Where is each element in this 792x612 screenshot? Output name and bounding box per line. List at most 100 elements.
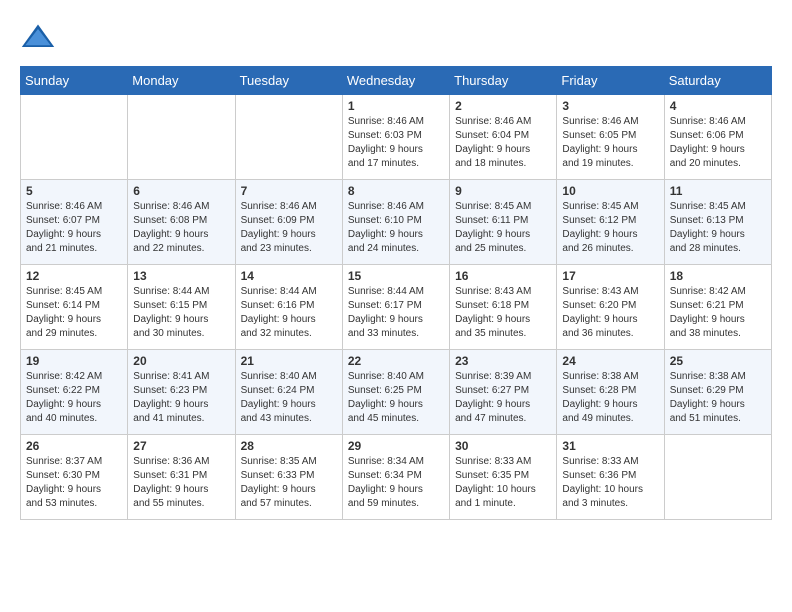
day-number: 27: [133, 439, 229, 453]
calendar-cell: 30 Sunrise: 8:33 AM Sunset: 6:35 PM Dayli…: [450, 435, 557, 520]
day-info: Sunrise: 8:44 AM Sunset: 6:17 PM Dayligh…: [348, 285, 444, 341]
day-info: Sunrise: 8:33 AM Sunset: 6:35 PM Dayligh…: [455, 455, 551, 511]
day-number: 20: [133, 354, 229, 368]
day-info: Sunrise: 8:46 AM Sunset: 6:03 PM Dayligh…: [348, 115, 444, 171]
day-number: 19: [26, 354, 122, 368]
day-info: Sunrise: 8:45 AM Sunset: 6:13 PM Dayligh…: [670, 200, 766, 256]
day-number: 29: [348, 439, 444, 453]
day-number: 12: [26, 269, 122, 283]
calendar-cell: 19 Sunrise: 8:42 AM Sunset: 6:22 PM Dayli…: [21, 350, 128, 435]
day-info: Sunrise: 8:46 AM Sunset: 6:04 PM Dayligh…: [455, 115, 551, 171]
day-number: 2: [455, 99, 551, 113]
day-info: Sunrise: 8:34 AM Sunset: 6:34 PM Dayligh…: [348, 455, 444, 511]
calendar-cell: 18 Sunrise: 8:42 AM Sunset: 6:21 PM Dayli…: [664, 265, 771, 350]
calendar-cell: 5Sunrise: 8:46 AM Sunset: 6:07 PM Daylig…: [21, 180, 128, 265]
day-info: Sunrise: 8:42 AM Sunset: 6:22 PM Dayligh…: [26, 370, 122, 426]
day-number: 21: [241, 354, 337, 368]
day-info: Sunrise: 8:43 AM Sunset: 6:20 PM Dayligh…: [562, 285, 658, 341]
col-header-monday: Monday: [128, 67, 235, 95]
day-info: Sunrise: 8:46 AM Sunset: 6:08 PM Dayligh…: [133, 200, 229, 256]
day-info: Sunrise: 8:37 AM Sunset: 6:30 PM Dayligh…: [26, 455, 122, 511]
calendar-cell: 23Sunrise: 8:39 AM Sunset: 6:27 PM Dayli…: [450, 350, 557, 435]
calendar-cell: 15 Sunrise: 8:44 AM Sunset: 6:17 PM Dayli…: [342, 265, 449, 350]
calendar-cell: 16 Sunrise: 8:43 AM Sunset: 6:18 PM Dayli…: [450, 265, 557, 350]
day-info: Sunrise: 8:43 AM Sunset: 6:18 PM Dayligh…: [455, 285, 551, 341]
logo-icon: [20, 20, 56, 56]
day-info: Sunrise: 8:36 AM Sunset: 6:31 PM Dayligh…: [133, 455, 229, 511]
day-number: 22: [348, 354, 444, 368]
calendar-cell: 1 Sunrise: 8:46 AM Sunset: 6:03 PM Daylig…: [342, 95, 449, 180]
day-info: Sunrise: 8:40 AM Sunset: 6:24 PM Dayligh…: [241, 370, 337, 426]
calendar-cell: 25 Sunrise: 8:38 AM Sunset: 6:29 PM Dayli…: [664, 350, 771, 435]
calendar-cell: 27 Sunrise: 8:36 AM Sunset: 6:31 PM Dayli…: [128, 435, 235, 520]
day-number: 26: [26, 439, 122, 453]
day-info: Sunrise: 8:38 AM Sunset: 6:28 PM Dayligh…: [562, 370, 658, 426]
calendar-cell: [128, 95, 235, 180]
day-number: 16: [455, 269, 551, 283]
day-number: 24: [562, 354, 658, 368]
day-info: Sunrise: 8:38 AM Sunset: 6:29 PM Dayligh…: [670, 370, 766, 426]
day-number: 6: [133, 184, 229, 198]
day-number: 1: [348, 99, 444, 113]
calendar-table: SundayMondayTuesdayWednesdayThursdayFrid…: [20, 66, 772, 520]
calendar-cell: 7Sunrise: 8:46 AM Sunset: 6:09 PM Daylig…: [235, 180, 342, 265]
calendar-cell: 14Sunrise: 8:44 AM Sunset: 6:16 PM Dayli…: [235, 265, 342, 350]
day-info: Sunrise: 8:45 AM Sunset: 6:11 PM Dayligh…: [455, 200, 551, 256]
day-info: Sunrise: 8:41 AM Sunset: 6:23 PM Dayligh…: [133, 370, 229, 426]
day-info: Sunrise: 8:46 AM Sunset: 6:07 PM Dayligh…: [26, 200, 122, 256]
col-header-wednesday: Wednesday: [342, 67, 449, 95]
day-info: Sunrise: 8:46 AM Sunset: 6:09 PM Dayligh…: [241, 200, 337, 256]
calendar-cell: 6 Sunrise: 8:46 AM Sunset: 6:08 PM Daylig…: [128, 180, 235, 265]
col-header-friday: Friday: [557, 67, 664, 95]
calendar-cell: 4 Sunrise: 8:46 AM Sunset: 6:06 PM Daylig…: [664, 95, 771, 180]
day-number: 4: [670, 99, 766, 113]
calendar-cell: 10Sunrise: 8:45 AM Sunset: 6:12 PM Dayli…: [557, 180, 664, 265]
day-info: Sunrise: 8:45 AM Sunset: 6:12 PM Dayligh…: [562, 200, 658, 256]
day-number: 9: [455, 184, 551, 198]
calendar-cell: 12 Sunrise: 8:45 AM Sunset: 6:14 PM Dayli…: [21, 265, 128, 350]
calendar-cell: 24 Sunrise: 8:38 AM Sunset: 6:28 PM Dayli…: [557, 350, 664, 435]
col-header-saturday: Saturday: [664, 67, 771, 95]
calendar-cell: 29 Sunrise: 8:34 AM Sunset: 6:34 PM Dayli…: [342, 435, 449, 520]
day-number: 17: [562, 269, 658, 283]
calendar-cell: 22 Sunrise: 8:40 AM Sunset: 6:25 PM Dayli…: [342, 350, 449, 435]
day-number: 15: [348, 269, 444, 283]
week-row-3: 12 Sunrise: 8:45 AM Sunset: 6:14 PM Dayli…: [21, 265, 772, 350]
day-info: Sunrise: 8:45 AM Sunset: 6:14 PM Dayligh…: [26, 285, 122, 341]
calendar-cell: 28Sunrise: 8:35 AM Sunset: 6:33 PM Dayli…: [235, 435, 342, 520]
day-number: 31: [562, 439, 658, 453]
calendar-header-row: SundayMondayTuesdayWednesdayThursdayFrid…: [21, 67, 772, 95]
week-row-2: 5Sunrise: 8:46 AM Sunset: 6:07 PM Daylig…: [21, 180, 772, 265]
calendar-cell: 20 Sunrise: 8:41 AM Sunset: 6:23 PM Dayli…: [128, 350, 235, 435]
calendar-cell: 2 Sunrise: 8:46 AM Sunset: 6:04 PM Daylig…: [450, 95, 557, 180]
day-number: 25: [670, 354, 766, 368]
week-row-4: 19 Sunrise: 8:42 AM Sunset: 6:22 PM Dayli…: [21, 350, 772, 435]
calendar-cell: 31 Sunrise: 8:33 AM Sunset: 6:36 PM Dayli…: [557, 435, 664, 520]
day-info: Sunrise: 8:46 AM Sunset: 6:10 PM Dayligh…: [348, 200, 444, 256]
calendar-cell: 26 Sunrise: 8:37 AM Sunset: 6:30 PM Dayli…: [21, 435, 128, 520]
calendar-cell: 21 Sunrise: 8:40 AM Sunset: 6:24 PM Dayli…: [235, 350, 342, 435]
calendar-cell: [664, 435, 771, 520]
day-info: Sunrise: 8:42 AM Sunset: 6:21 PM Dayligh…: [670, 285, 766, 341]
day-number: 18: [670, 269, 766, 283]
day-number: 13: [133, 269, 229, 283]
day-info: Sunrise: 8:40 AM Sunset: 6:25 PM Dayligh…: [348, 370, 444, 426]
week-row-5: 26 Sunrise: 8:37 AM Sunset: 6:30 PM Dayli…: [21, 435, 772, 520]
week-row-1: 1 Sunrise: 8:46 AM Sunset: 6:03 PM Daylig…: [21, 95, 772, 180]
day-number: 30: [455, 439, 551, 453]
col-header-thursday: Thursday: [450, 67, 557, 95]
logo: [20, 20, 60, 56]
day-info: Sunrise: 8:39 AM Sunset: 6:27 PM Dayligh…: [455, 370, 551, 426]
calendar-cell: 13 Sunrise: 8:44 AM Sunset: 6:15 PM Dayli…: [128, 265, 235, 350]
calendar-cell: [21, 95, 128, 180]
day-info: Sunrise: 8:44 AM Sunset: 6:15 PM Dayligh…: [133, 285, 229, 341]
calendar-cell: 17 Sunrise: 8:43 AM Sunset: 6:20 PM Dayli…: [557, 265, 664, 350]
day-info: Sunrise: 8:33 AM Sunset: 6:36 PM Dayligh…: [562, 455, 658, 511]
calendar-cell: 9 Sunrise: 8:45 AM Sunset: 6:11 PM Daylig…: [450, 180, 557, 265]
day-number: 28: [241, 439, 337, 453]
page-header: [20, 20, 772, 56]
day-info: Sunrise: 8:46 AM Sunset: 6:05 PM Dayligh…: [562, 115, 658, 171]
day-number: 3: [562, 99, 658, 113]
day-info: Sunrise: 8:44 AM Sunset: 6:16 PM Dayligh…: [241, 285, 337, 341]
day-info: Sunrise: 8:46 AM Sunset: 6:06 PM Dayligh…: [670, 115, 766, 171]
